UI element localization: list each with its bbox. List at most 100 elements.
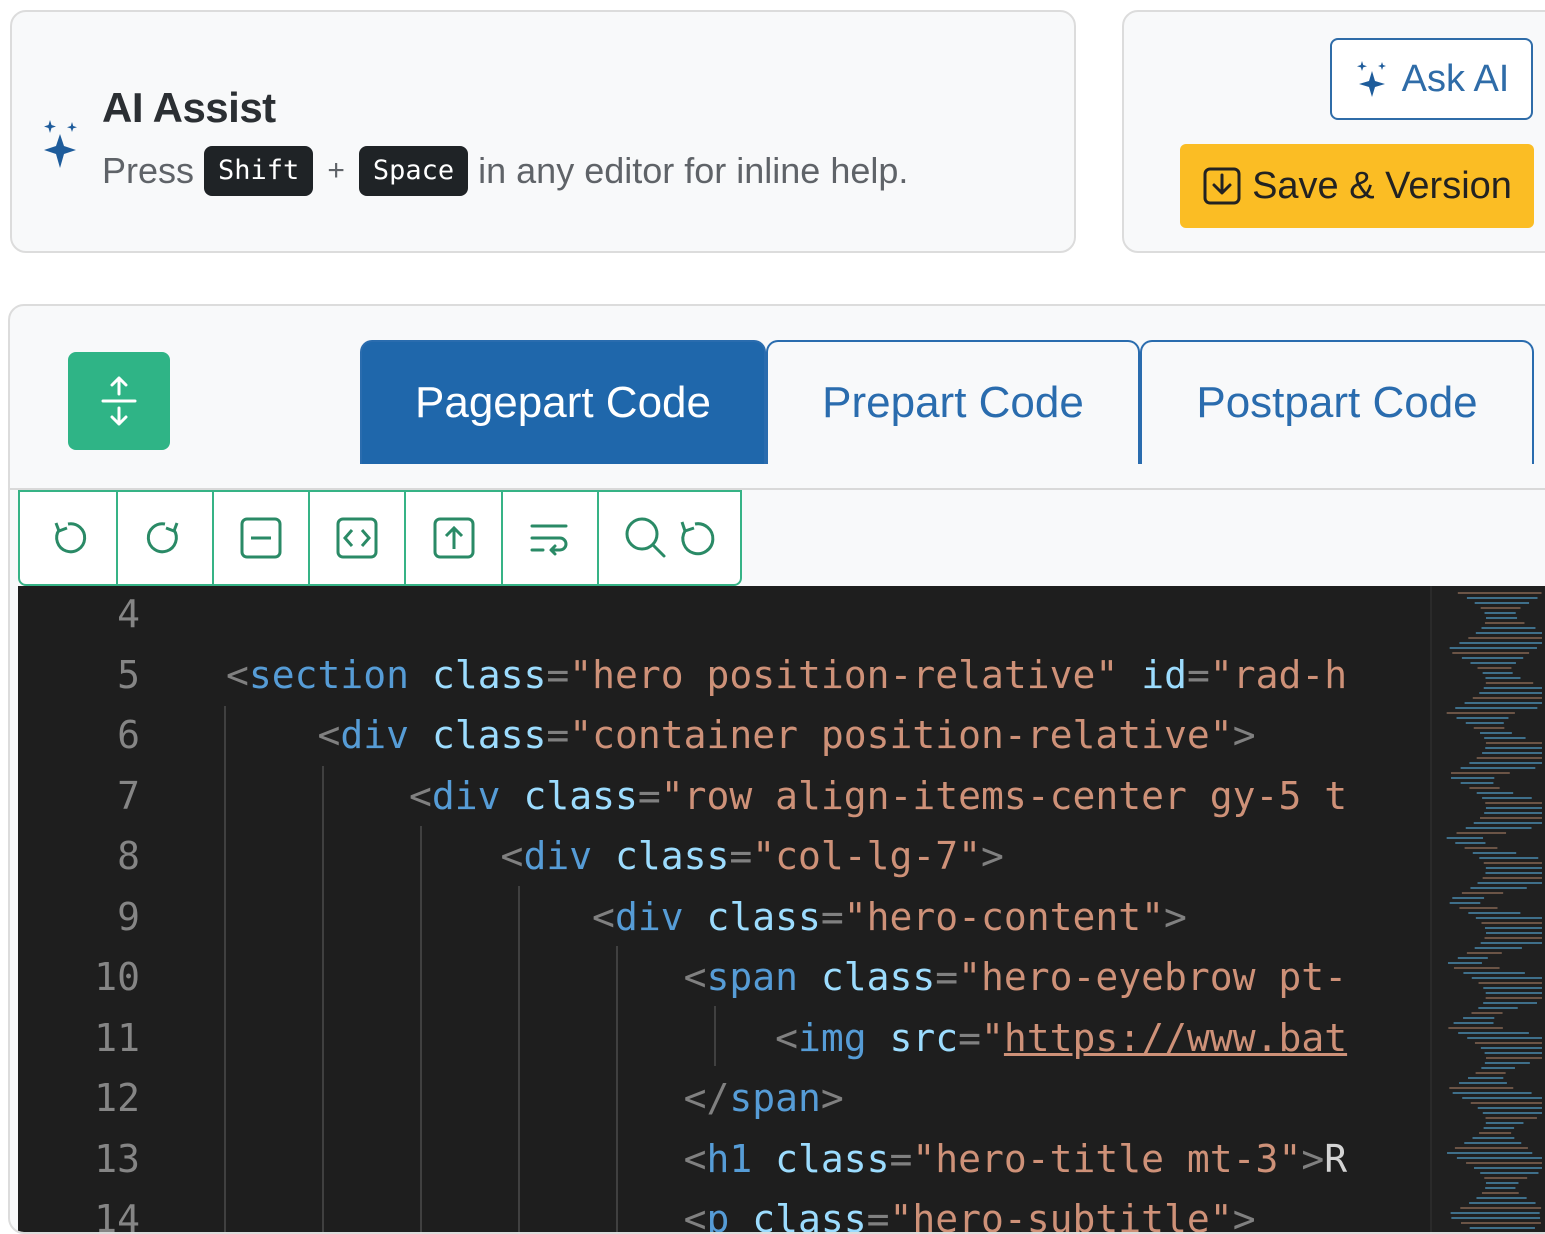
minimap-line [1482,877,1542,879]
tab-postpart-code[interactable]: Postpart Code [1140,340,1534,464]
tab-label: Postpart Code [1196,378,1478,427]
minimap-line [1485,932,1542,934]
save-version-button[interactable]: Save & Version [1180,144,1534,228]
save-download-icon [1203,167,1241,205]
minimap-line [1479,1132,1512,1134]
minimap-line [1477,882,1542,884]
minimap-line [1460,1222,1541,1224]
minimap-line [1452,897,1485,899]
minimap-line [1469,1227,1535,1229]
minimap-line [1484,1052,1542,1054]
minimap-line [1485,677,1521,679]
minimap-line [1470,662,1516,664]
code-line: <section class="hero position-relative" … [226,652,1348,697]
line-number: 11 [94,1015,140,1060]
minimap-line [1470,887,1527,889]
expand-vertical-icon [101,376,137,426]
minimap-line [1448,1027,1503,1029]
minimap-line [1474,1167,1542,1169]
minimap-line [1484,1062,1530,1064]
redo-icon [146,522,179,554]
minimap-line [1449,1087,1514,1089]
tab-label: Pagepart Code [415,378,711,427]
minimap-line [1480,942,1542,944]
code-viewport[interactable]: 4 5 <section class="hero position-relative… [18,586,1430,1234]
minimap-line [1484,612,1516,614]
minimap-line [1485,617,1518,619]
code-minimap[interactable] [1430,586,1545,1232]
minimap-line [1482,797,1532,799]
wrap-lines-button[interactable] [503,492,599,584]
redo-button[interactable] [118,492,214,584]
format-code-button[interactable] [310,492,406,584]
minimap-line [1468,1077,1504,1079]
editor-toolbar [18,490,742,586]
minimap-line [1469,1202,1536,1204]
minimap-line [1446,837,1484,839]
minimap-line [1471,977,1542,979]
code-area[interactable]: 4 5 <section class="hero position-relative… [18,586,1545,1234]
shift-key: Shift [204,146,314,196]
minimap-line [1446,712,1515,714]
code-line: <span class="hero-eyebrow pt- [683,955,1348,999]
code-line: <div class="hero-content"> [592,894,1187,939]
expand-collapse-button[interactable] [68,352,170,450]
minimap-line [1450,777,1495,779]
tab-prepart-code[interactable]: Prepart Code [766,340,1140,464]
minimap-line [1468,912,1521,914]
minimap-line [1476,757,1542,759]
line-number: 14 [94,1197,140,1234]
minimap-line [1456,1157,1542,1159]
minimap-line [1485,997,1542,999]
minimap-line [1482,672,1513,674]
minimap-line [1485,1122,1524,1124]
minimap-line [1478,982,1542,984]
code-line: <img src="https://www.bat [775,1015,1348,1060]
minimap-line [1469,762,1542,764]
minimap-line [1475,1072,1506,1074]
minimap-line [1460,782,1494,784]
minimap-line [1467,1037,1542,1039]
ask-ai-button[interactable]: Ask AI [1330,38,1533,120]
minimap-line [1485,867,1542,869]
minimap-line [1476,792,1514,794]
line-number: 12 [94,1076,140,1120]
minimap-line [1481,1067,1515,1069]
code-tabs: Pagepart Code Prepart Code Postpart Code [360,340,1534,464]
minimap-line [1483,687,1542,689]
minimap-line [1477,667,1512,669]
minimap-line [1462,1097,1542,1099]
minimap-line [1459,907,1498,909]
minimap-line [1465,722,1504,724]
search-replace-button[interactable] [599,492,740,584]
minimap-line [1453,967,1500,969]
minimap-line [1480,1172,1539,1174]
minimap-line [1451,1217,1541,1219]
minimap-line [1482,752,1542,754]
upload-button[interactable] [406,492,503,584]
line-number: 4 [117,592,140,636]
minimap-line [1459,642,1542,644]
minimap-line [1461,657,1524,659]
minimap-line [1474,602,1530,604]
minimap-line [1485,807,1542,809]
line-number: 6 [117,713,140,757]
minimap-line [1456,832,1507,834]
undo-button[interactable] [20,492,118,584]
code-line: <h1 class="hero-title mt-3">R [683,1136,1348,1181]
minimap-line [1463,1017,1495,1019]
minimap-line [1479,692,1542,694]
assist-hint: Press Shift + Space in any editor for in… [102,146,908,196]
assist-suffix-text: in any editor for inline help. [478,150,909,191]
code-line: <div class="col-lg-7"> [500,834,1004,878]
assist-press-text: Press [102,150,195,191]
minimap-line [1460,1207,1542,1209]
tab-pagepart-code[interactable]: Pagepart Code [360,340,766,464]
minimap-line [1485,682,1534,684]
fold-button[interactable] [214,492,310,584]
space-key: Space [358,146,469,196]
minimap-line [1480,607,1521,609]
minimap-line [1463,972,1525,974]
sparkles-icon [44,120,77,168]
code-icon [336,517,378,559]
